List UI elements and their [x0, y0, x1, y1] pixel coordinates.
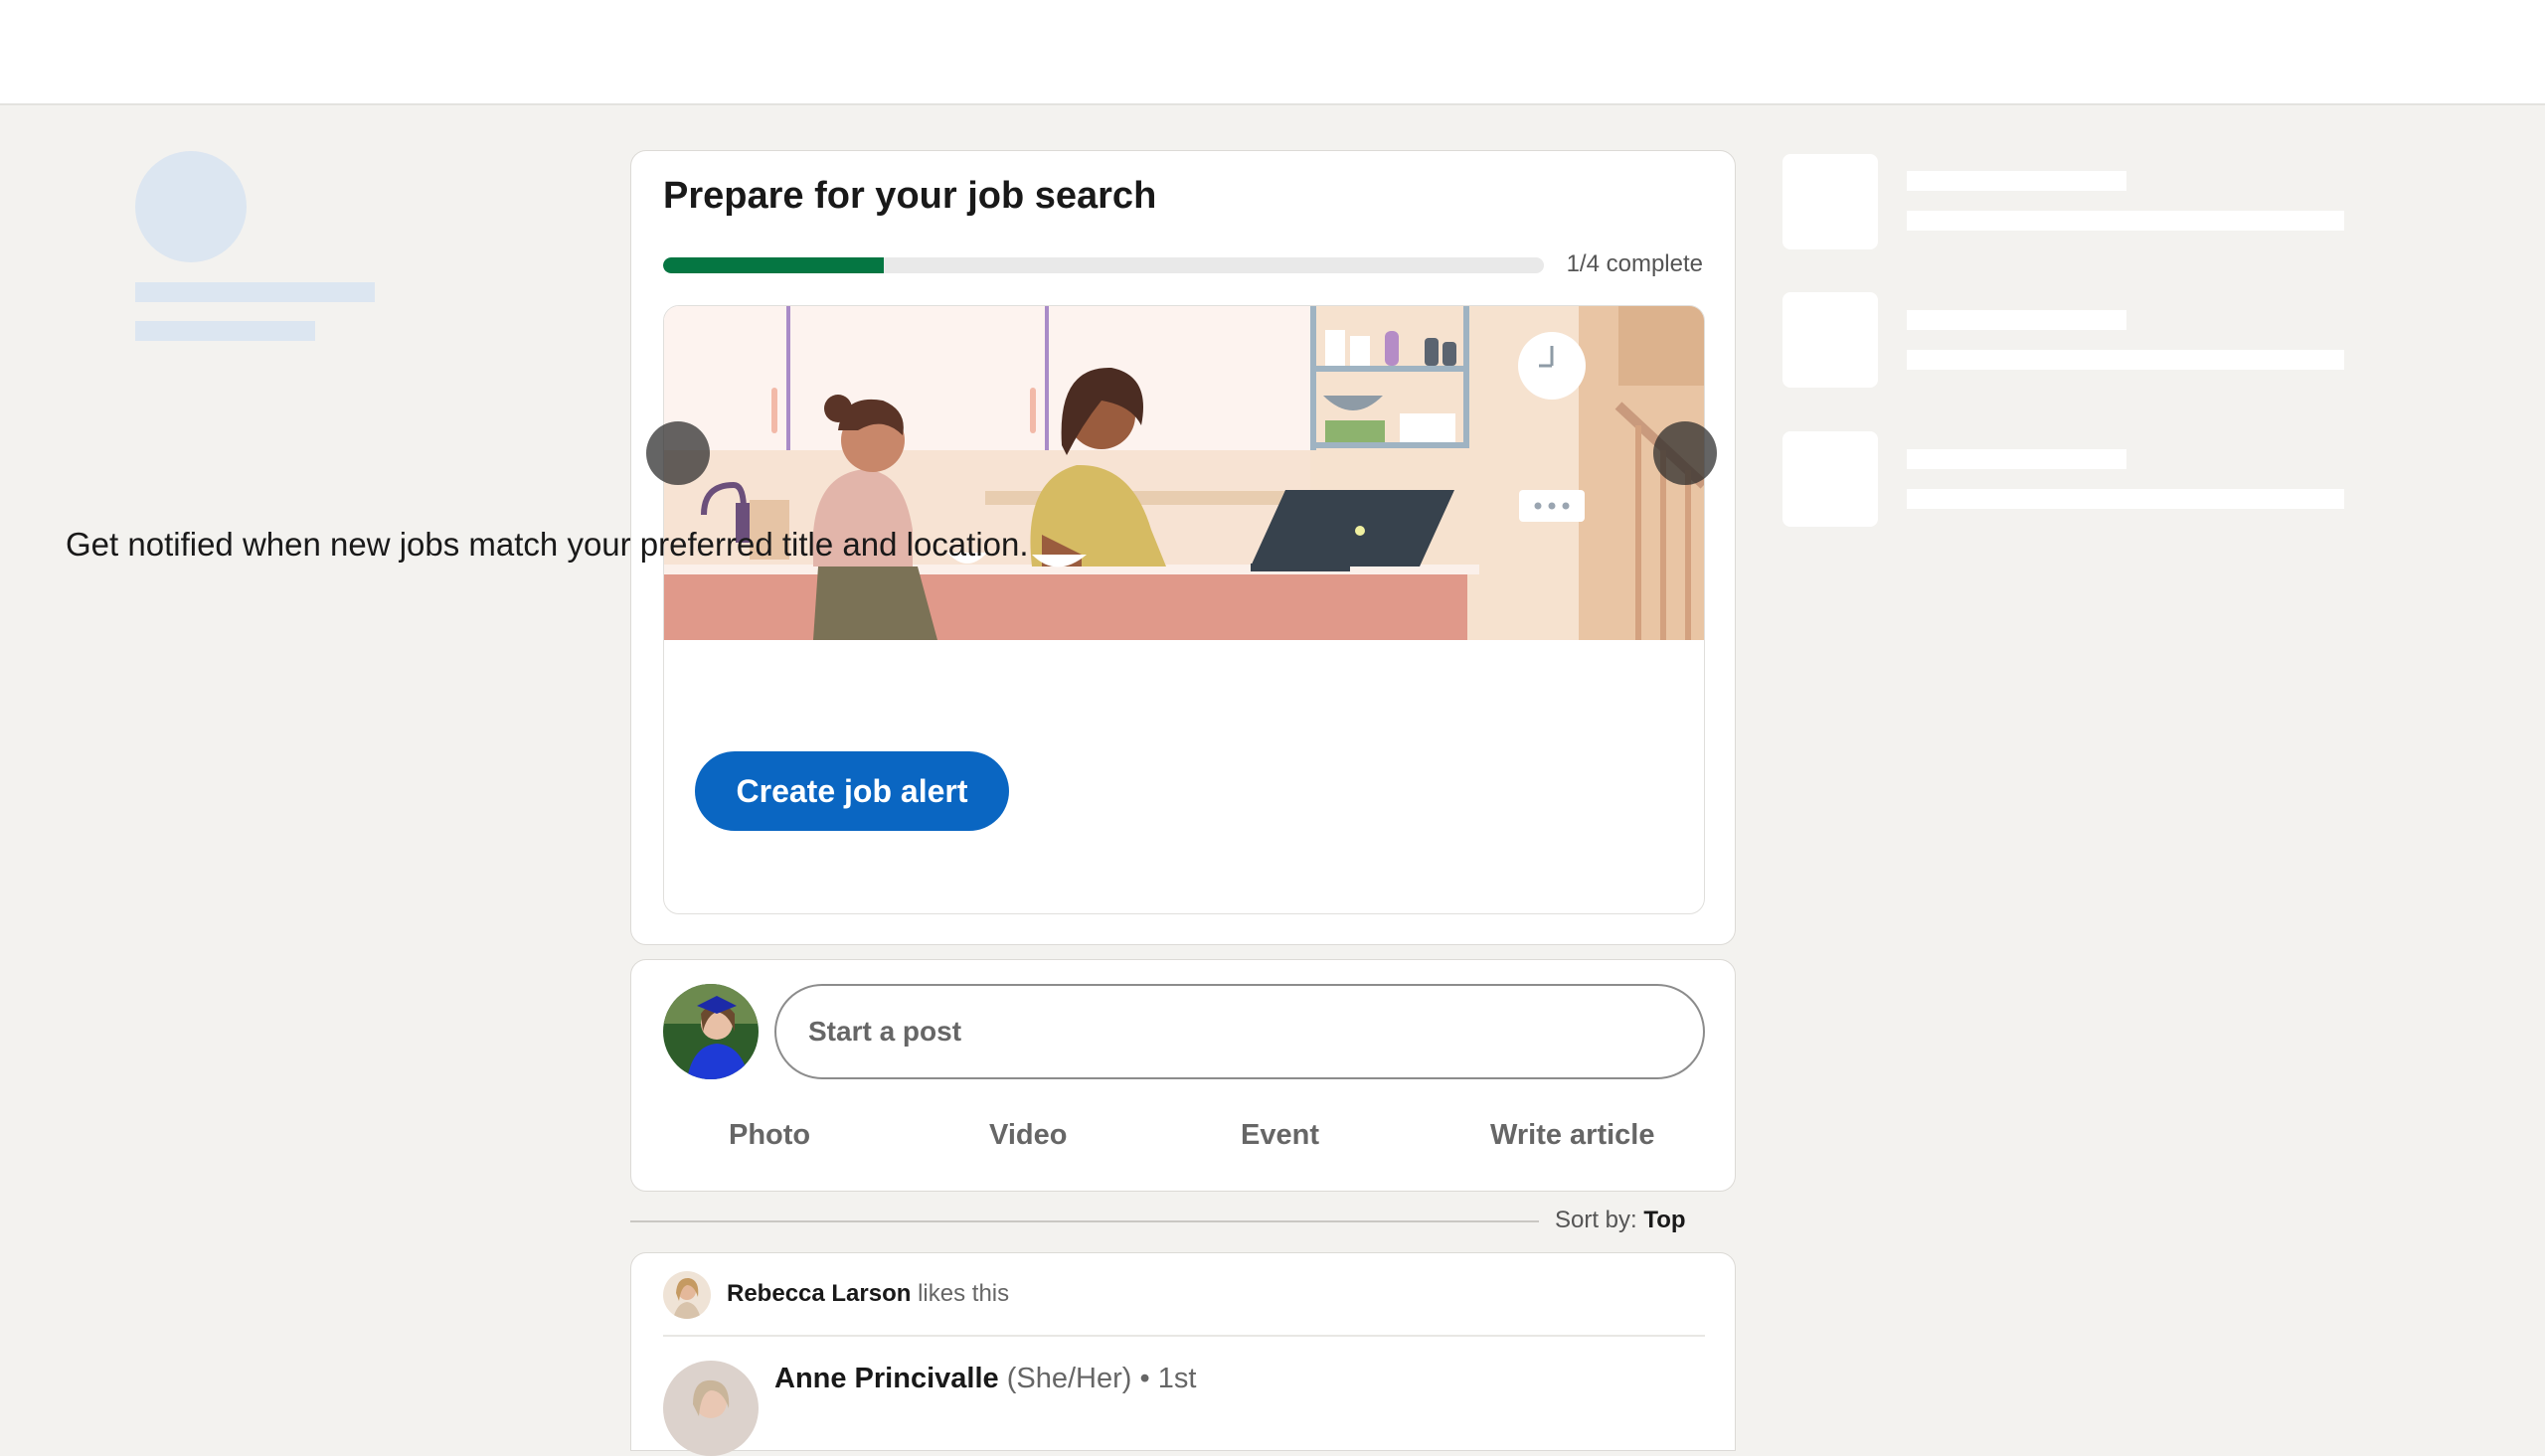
- news-title-placeholder: [1907, 310, 2126, 330]
- feed-post-card: Rebecca Larson likes this Anne Princival…: [630, 1252, 1736, 1456]
- progress-bar: [663, 257, 1544, 273]
- start-post-input[interactable]: Start a post: [774, 984, 1705, 1079]
- news-title-placeholder: [1907, 449, 2126, 469]
- post-composer-card: Start a post Photo Video Event Write art…: [630, 959, 1736, 1192]
- author-avatar[interactable]: [663, 1361, 759, 1456]
- author-name[interactable]: Anne Princivalle: [774, 1363, 999, 1394]
- news-thumbnail-placeholder: [1782, 292, 1878, 388]
- news-title-placeholder: [1907, 171, 2126, 191]
- activity-text: likes this: [918, 1280, 1010, 1307]
- liker-name[interactable]: Rebecca Larson: [727, 1280, 911, 1307]
- user-avatar[interactable]: [663, 984, 759, 1079]
- job-alert-description: Get notified when new jobs match your pr…: [66, 526, 1029, 563]
- profile-avatar-placeholder: [135, 151, 247, 262]
- author-pronouns: (She/Her): [1006, 1363, 1132, 1394]
- create-job-alert-button[interactable]: Create job alert: [695, 751, 1009, 831]
- sort-label: Sort by:: [1555, 1207, 1637, 1233]
- feed-divider: [630, 1220, 1539, 1222]
- write-article-button[interactable]: Write article: [1490, 1119, 1654, 1152]
- liker-avatar[interactable]: [663, 1271, 711, 1319]
- news-subtitle-placeholder: [1907, 211, 2344, 231]
- top-navigation-bar: [0, 0, 2545, 105]
- news-subtitle-placeholder: [1907, 489, 2344, 509]
- connection-degree: • 1st: [1139, 1363, 1197, 1394]
- progress-text: 1/4 complete: [1566, 250, 1703, 277]
- card-title: Prepare for your job search: [663, 175, 1157, 217]
- kitchen-illustration: [664, 306, 1704, 640]
- news-thumbnail-placeholder: [1782, 154, 1878, 249]
- progress-bar-fill: [663, 257, 884, 273]
- post-activity-line: Rebecca Larson likes this: [727, 1280, 1009, 1308]
- sort-value: Top: [1643, 1207, 1686, 1233]
- profile-name-placeholder: [135, 282, 375, 302]
- carousel-next-button[interactable]: [1653, 421, 1717, 485]
- event-button[interactable]: Event: [1241, 1119, 1319, 1152]
- post-divider: [663, 1335, 1705, 1337]
- video-button[interactable]: Video: [989, 1119, 1067, 1152]
- news-thumbnail-placeholder: [1782, 431, 1878, 527]
- photo-button[interactable]: Photo: [729, 1119, 810, 1152]
- post-author-line: Anne Princivalle (She/Her) • 1st: [774, 1363, 1196, 1395]
- profile-headline-placeholder: [135, 321, 315, 341]
- carousel-previous-button[interactable]: [646, 421, 710, 485]
- news-subtitle-placeholder: [1907, 350, 2344, 370]
- sort-dropdown[interactable]: Sort by: Top: [1555, 1207, 1686, 1234]
